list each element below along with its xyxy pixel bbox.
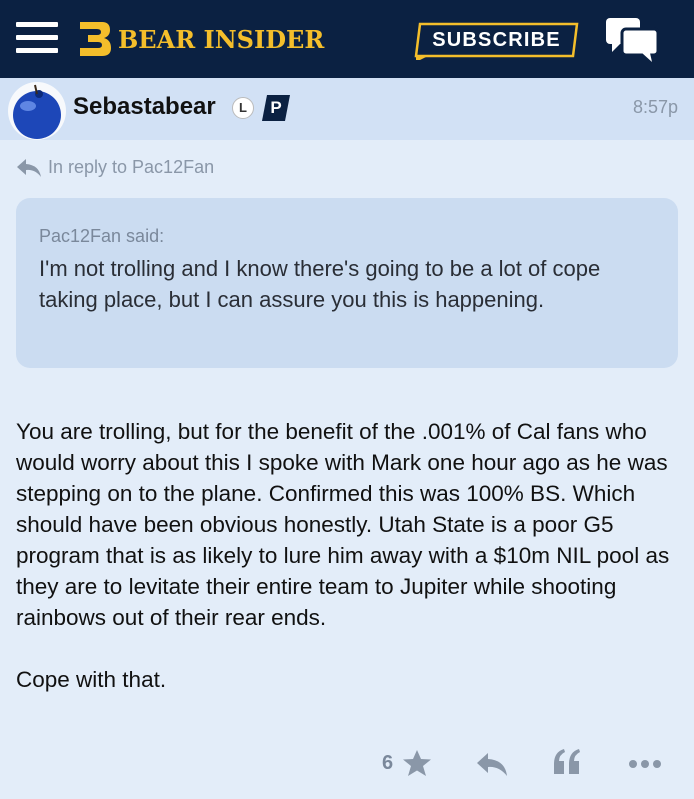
quote-text: I'm not trolling and I know there's goin… bbox=[39, 256, 601, 312]
post-body: You are trolling, but for the benefit of… bbox=[16, 416, 680, 695]
post-timestamp[interactable]: 8:57p bbox=[600, 97, 678, 118]
like-count[interactable]: 6 bbox=[382, 752, 393, 775]
badge-l: L bbox=[232, 97, 254, 119]
bear-logo-icon[interactable] bbox=[78, 20, 112, 58]
post-author[interactable]: Sebastabear bbox=[73, 93, 216, 121]
reply-arrow-icon[interactable] bbox=[476, 751, 508, 777]
quote-icon[interactable] bbox=[552, 748, 582, 776]
chat-bubbles-icon[interactable] bbox=[604, 16, 660, 62]
subscribe-label: SUBSCRIBE bbox=[432, 29, 561, 51]
brand-name[interactable]: BEAR INSIDER bbox=[118, 25, 324, 54]
avatar[interactable] bbox=[8, 82, 66, 140]
reply-arrow-icon bbox=[17, 159, 41, 177]
post-paragraph: You are trolling, but for the benefit of… bbox=[16, 419, 670, 630]
more-dots-icon[interactable] bbox=[628, 758, 662, 770]
subscribe-button[interactable]: SUBSCRIBE bbox=[414, 22, 579, 60]
quote-block: Pac12Fan said: I'm not trolling and I kn… bbox=[16, 198, 678, 368]
quote-author[interactable]: Pac12Fan said: bbox=[39, 226, 164, 247]
hamburger-menu-icon[interactable] bbox=[16, 22, 58, 54]
star-icon[interactable] bbox=[402, 749, 432, 777]
badge-p-label: P bbox=[270, 98, 282, 117]
post-paragraph: Cope with that. bbox=[16, 667, 167, 692]
badge-p: P bbox=[262, 95, 290, 121]
in-reply-to-text: In reply to Pac12Fan bbox=[48, 157, 215, 177]
blue-apple-avatar-image bbox=[8, 82, 66, 140]
top-navigation-bar: BEAR INSIDER SUBSCRIBE bbox=[0, 0, 694, 78]
